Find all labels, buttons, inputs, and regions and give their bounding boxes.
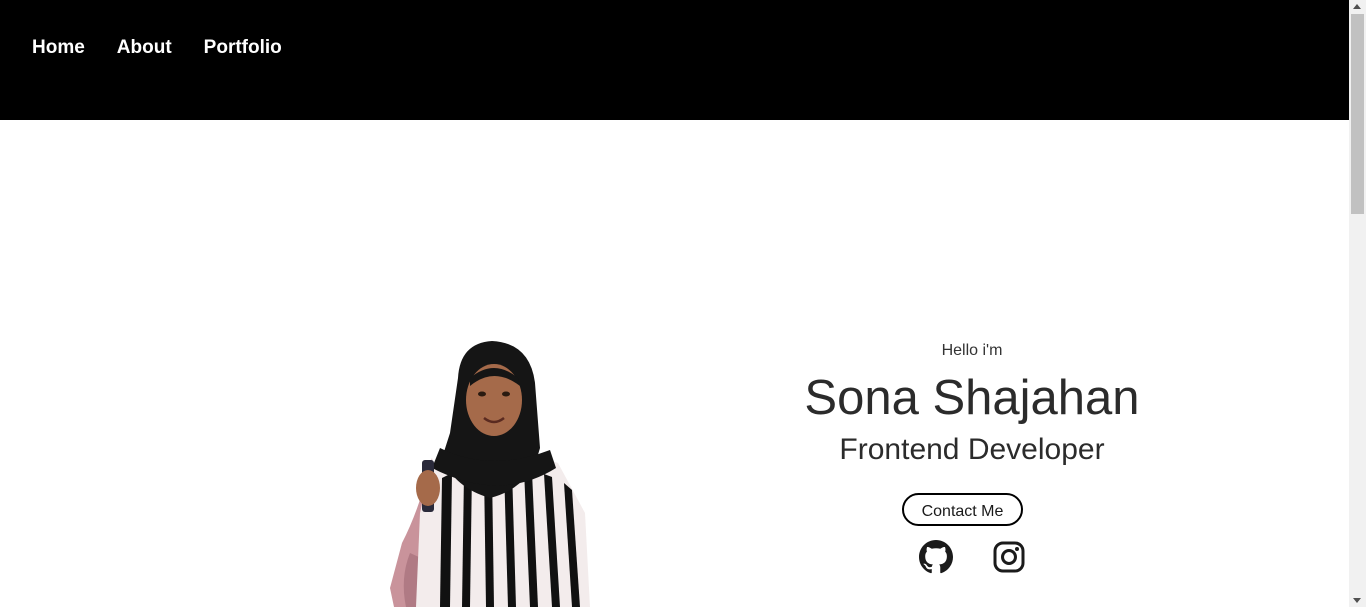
instagram-icon[interactable] xyxy=(992,540,1026,574)
scroll-up-arrow-icon[interactable] xyxy=(1353,4,1361,9)
vertical-scrollbar[interactable] xyxy=(1349,0,1366,607)
nav-link-portfolio[interactable]: Portfolio xyxy=(204,37,282,59)
github-icon[interactable] xyxy=(919,540,953,574)
hero-role: Frontend Developer xyxy=(839,433,1105,466)
hero-name: Sona Shajahan xyxy=(804,371,1140,425)
nav-link-about[interactable]: About xyxy=(117,37,172,59)
hero-text: Hello i'm Sona Shajahan Frontend Develop… xyxy=(772,340,1172,468)
top-navbar: Home About Portfolio xyxy=(0,0,1349,120)
nav-link-home[interactable]: Home xyxy=(32,37,85,59)
nav-list: Home About Portfolio xyxy=(32,37,314,59)
hero-greeting: Hello i'm xyxy=(941,342,1003,359)
scrollbar-thumb[interactable] xyxy=(1351,14,1364,214)
contact-me-button[interactable]: Contact Me xyxy=(902,493,1023,526)
profile-photo xyxy=(390,341,590,607)
scroll-down-arrow-icon[interactable] xyxy=(1353,598,1361,603)
